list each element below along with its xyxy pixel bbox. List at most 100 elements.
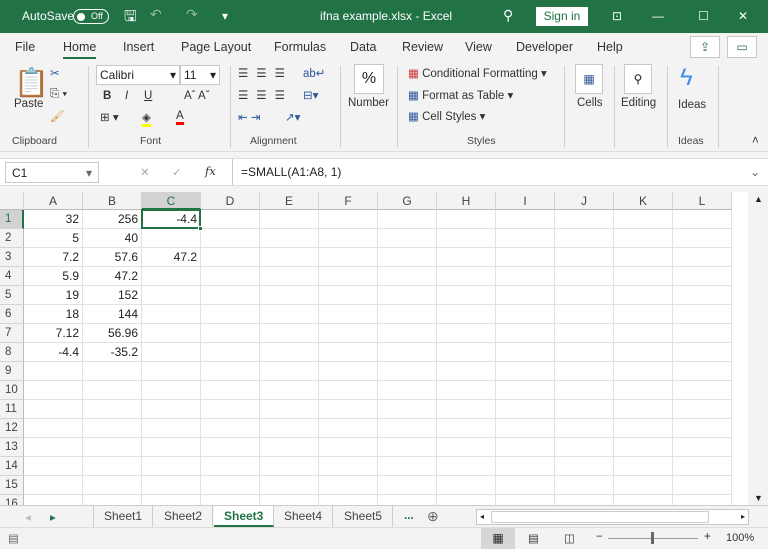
cell-C14[interactable] <box>142 457 201 476</box>
row-header[interactable]: 12 <box>0 419 24 438</box>
cell-K7[interactable] <box>614 324 673 343</box>
cell-B8[interactable]: -35.2 <box>83 343 142 362</box>
cell-H1[interactable] <box>437 210 496 229</box>
cell-K8[interactable] <box>614 343 673 362</box>
cell-B15[interactable] <box>83 476 142 495</box>
cell-J11[interactable] <box>555 400 614 419</box>
cell-F6[interactable] <box>319 305 378 324</box>
cell-G3[interactable] <box>378 248 437 267</box>
tab-developer[interactable]: Developer <box>516 40 573 54</box>
cell-K2[interactable] <box>614 229 673 248</box>
customize-qat-icon[interactable]: ▾ <box>222 9 228 23</box>
tab-help[interactable]: Help <box>597 40 623 54</box>
undo-icon[interactable]: ↶ <box>150 6 162 23</box>
cell-H5[interactable] <box>437 286 496 305</box>
column-header[interactable]: C <box>142 192 201 210</box>
cell-F11[interactable] <box>319 400 378 419</box>
cell-C6[interactable] <box>142 305 201 324</box>
cell-E10[interactable] <box>260 381 319 400</box>
cell-F14[interactable] <box>319 457 378 476</box>
fill-handle[interactable] <box>198 226 203 231</box>
cell-G4[interactable] <box>378 267 437 286</box>
column-header[interactable]: J <box>555 192 614 210</box>
cell-G5[interactable] <box>378 286 437 305</box>
cell-H4[interactable] <box>437 267 496 286</box>
cell-J9[interactable] <box>555 362 614 381</box>
cell-H9[interactable] <box>437 362 496 381</box>
row-header[interactable]: 11 <box>0 400 24 419</box>
wrap-text-icon[interactable]: ab↵ <box>303 66 325 80</box>
cell-L1[interactable] <box>673 210 732 229</box>
horizontal-scrollbar[interactable]: ◂ ▸ <box>476 509 749 525</box>
scroll-tabs-left-icon[interactable]: ◂ <box>25 510 31 524</box>
cell-C3[interactable]: 47.2 <box>142 248 201 267</box>
copy-icon[interactable]: ⎘ ▾ <box>50 88 67 101</box>
enter-icon[interactable]: ✓ <box>172 165 182 179</box>
cell-C15[interactable] <box>142 476 201 495</box>
cell-A16[interactable] <box>24 495 83 505</box>
cell-L12[interactable] <box>673 419 732 438</box>
cell-C5[interactable] <box>142 286 201 305</box>
insert-function-button[interactable]: fx <box>205 164 216 178</box>
cell-I16[interactable] <box>496 495 555 505</box>
column-header[interactable]: K <box>614 192 673 210</box>
cell-L2[interactable] <box>673 229 732 248</box>
cell-I13[interactable] <box>496 438 555 457</box>
cell-H10[interactable] <box>437 381 496 400</box>
row-header[interactable]: 2 <box>0 229 24 248</box>
cell-F7[interactable] <box>319 324 378 343</box>
cell-L6[interactable] <box>673 305 732 324</box>
cell-D14[interactable] <box>201 457 260 476</box>
conditional-formatting-button[interactable]: ▦ Conditional Formatting ▾ <box>408 66 547 80</box>
cell-I4[interactable] <box>496 267 555 286</box>
cell-F5[interactable] <box>319 286 378 305</box>
cell-C13[interactable] <box>142 438 201 457</box>
indent-icons[interactable]: ⇤ ⇥ <box>238 110 260 124</box>
cell-K14[interactable] <box>614 457 673 476</box>
column-header[interactable]: G <box>378 192 437 210</box>
cell-I7[interactable] <box>496 324 555 343</box>
more-sheets-button[interactable]: ... <box>404 510 414 522</box>
cell-J7[interactable] <box>555 324 614 343</box>
cell-F10[interactable] <box>319 381 378 400</box>
cell-G11[interactable] <box>378 400 437 419</box>
sheet-tab-sheet3[interactable]: Sheet3 <box>214 506 275 527</box>
cell-D2[interactable] <box>201 229 260 248</box>
cell-D10[interactable] <box>201 381 260 400</box>
cell-L16[interactable] <box>673 495 732 505</box>
cell-A4[interactable]: 5.9 <box>24 267 83 286</box>
cell-B3[interactable]: 57.6 <box>83 248 142 267</box>
cell-C12[interactable] <box>142 419 201 438</box>
cell-L13[interactable] <box>673 438 732 457</box>
cell-L7[interactable] <box>673 324 732 343</box>
tab-insert[interactable]: Insert <box>123 40 154 54</box>
underline-button[interactable]: U <box>144 90 152 102</box>
cell-B14[interactable] <box>83 457 142 476</box>
cell-H12[interactable] <box>437 419 496 438</box>
close-icon[interactable]: ✕ <box>738 9 748 23</box>
cell-K1[interactable] <box>614 210 673 229</box>
row-header[interactable]: 10 <box>0 381 24 400</box>
cell-A5[interactable]: 19 <box>24 286 83 305</box>
cell-I9[interactable] <box>496 362 555 381</box>
cell-L4[interactable] <box>673 267 732 286</box>
cell-H3[interactable] <box>437 248 496 267</box>
cell-A6[interactable]: 18 <box>24 305 83 324</box>
row-header[interactable]: 5 <box>0 286 24 305</box>
cell-J15[interactable] <box>555 476 614 495</box>
cell-G16[interactable] <box>378 495 437 505</box>
tab-data[interactable]: Data <box>350 40 376 54</box>
cell-G2[interactable] <box>378 229 437 248</box>
cell-L14[interactable] <box>673 457 732 476</box>
bold-button[interactable]: B <box>103 90 111 102</box>
cell-D12[interactable] <box>201 419 260 438</box>
cell-L9[interactable] <box>673 362 732 381</box>
cell-I14[interactable] <box>496 457 555 476</box>
cell-A1[interactable]: 32 <box>24 210 83 229</box>
tab-page-layout[interactable]: Page Layout <box>181 40 251 54</box>
autosave-toggle[interactable]: Off <box>73 9 109 24</box>
italic-button[interactable]: I <box>125 90 128 102</box>
cell-J8[interactable] <box>555 343 614 362</box>
cell-J14[interactable] <box>555 457 614 476</box>
cell-B13[interactable] <box>83 438 142 457</box>
